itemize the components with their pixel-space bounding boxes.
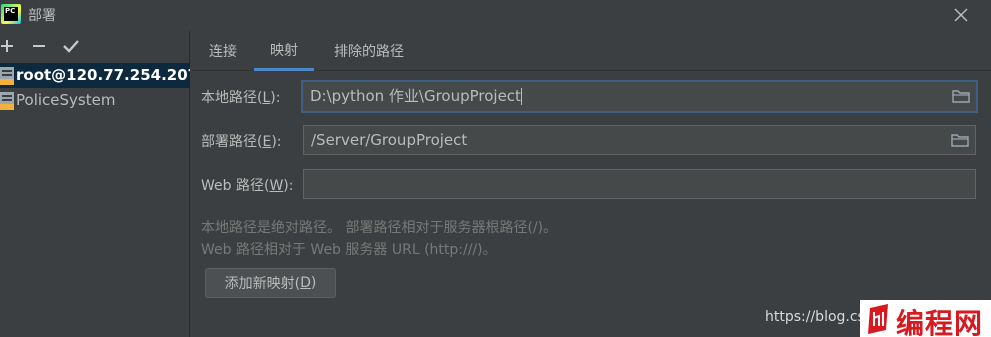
logo-mark-icon bbox=[868, 304, 888, 334]
set-default-server-button[interactable] bbox=[60, 35, 82, 57]
close-button[interactable] bbox=[948, 2, 974, 28]
folder-icon[interactable] bbox=[951, 132, 969, 147]
close-icon bbox=[954, 8, 968, 22]
pycharm-app-icon: PC bbox=[1, 4, 21, 24]
tab-connection[interactable]: 连接 bbox=[198, 31, 248, 71]
tab-mappings[interactable]: 映射 bbox=[254, 31, 314, 71]
sftp-server-icon bbox=[0, 92, 14, 110]
server-panel: root@120.77.254.207:22 PoliceSystem bbox=[0, 31, 190, 337]
add-mapping-button[interactable]: 添加新映射(D) bbox=[205, 268, 336, 298]
tab-label: 排除的路径 bbox=[334, 44, 404, 60]
sftp-server-icon bbox=[0, 67, 14, 85]
watermark-url: https://blog.cs bbox=[765, 309, 865, 325]
local-path-label: 本地路径(L): bbox=[201, 90, 281, 106]
server-item-label: PoliceSystem bbox=[16, 91, 116, 109]
tab-excluded-paths[interactable]: 排除的路径 bbox=[324, 31, 414, 71]
server-item-policesystem[interactable]: PoliceSystem bbox=[0, 88, 190, 113]
check-icon bbox=[63, 40, 79, 53]
tab-label: 映射 bbox=[270, 42, 298, 59]
tab-bar: 连接 映射 排除的路径 bbox=[192, 31, 991, 71]
add-server-button[interactable] bbox=[0, 35, 18, 57]
window-title: 部署 bbox=[28, 8, 56, 24]
local-path-field[interactable]: D:\python 作业\GroupProject bbox=[301, 80, 978, 113]
title-bar: PC 部署 bbox=[0, 0, 991, 31]
tab-label: 连接 bbox=[209, 44, 237, 60]
app-icon-label: PC bbox=[4, 7, 18, 21]
local-path-value: D:\python 作业\GroupProject bbox=[310, 87, 521, 105]
server-list: root@120.77.254.207:22 PoliceSystem bbox=[0, 63, 190, 113]
server-item-root[interactable]: root@120.77.254.207:22 bbox=[0, 63, 190, 88]
deployment-path-field[interactable]: /Server/GroupProject bbox=[303, 125, 976, 155]
hint-line-2: Web 路径相对于 Web 服务器 URL (http:///)。 bbox=[201, 242, 497, 258]
logo-text: 编程网 bbox=[896, 307, 984, 337]
web-path-field[interactable] bbox=[303, 169, 976, 199]
server-toolbar bbox=[0, 31, 190, 61]
folder-icon[interactable] bbox=[952, 88, 970, 103]
watermark-logo: 编程网 bbox=[860, 300, 991, 337]
server-item-label: root@120.77.254.207:22 bbox=[16, 66, 190, 84]
remove-server-button[interactable] bbox=[28, 35, 50, 57]
plus-icon bbox=[1, 40, 13, 52]
web-path-label: Web 路径(W): bbox=[201, 178, 294, 194]
deployment-path-label: 部署路径(E): bbox=[201, 134, 282, 150]
hint-line-1: 本地路径是绝对路径。 部署路径相对于服务器根路径(/)。 bbox=[201, 220, 558, 236]
deployment-path-value: /Server/GroupProject bbox=[311, 131, 468, 149]
minus-icon bbox=[33, 45, 45, 47]
